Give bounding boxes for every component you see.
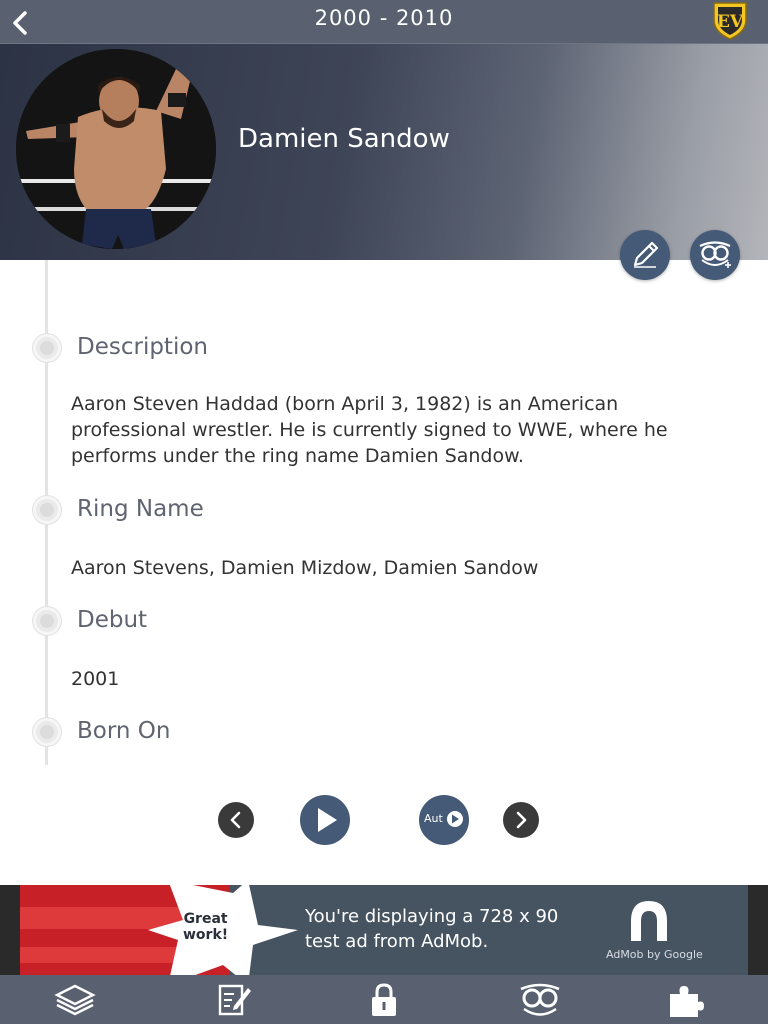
play-icon [318,808,337,832]
app-logo[interactable]: EV [710,0,750,40]
debut-text: 2001 [71,668,120,690]
play-button[interactable] [300,795,350,845]
timeline-dot [33,718,61,746]
tab-lock[interactable] [362,982,406,1018]
svg-text:EV: EV [717,12,744,32]
timeline-dot [33,496,61,524]
top-navigation-bar: 2000 - 2010 EV [0,0,768,44]
edit-button[interactable] [620,230,670,280]
avatar [16,49,216,249]
section-title-born-on: Born On [77,718,171,744]
ring-icon [54,984,96,1016]
ad-badge-text: Great work! [183,911,229,943]
pencil-icon [633,241,659,268]
ad-container: Great work! You're displaying a 728 x 90 … [0,885,768,975]
owl-icon [520,983,560,1016]
timeline-dot [33,334,61,362]
page: 2000 - 2010 EV Damien Sandow Description… [0,0,768,1024]
autoplay-button[interactable]: Aut [419,795,469,845]
ad-brand: AdMob by Google [606,948,703,961]
page-title: 2000 - 2010 [314,6,454,30]
owl-add-icon [699,241,731,268]
notes-icon [218,984,251,1016]
previous-button[interactable] [218,802,254,838]
section-title-ring-name: Ring Name [77,496,204,522]
puzzle-icon [670,986,704,1017]
lock-icon [372,983,396,1016]
description-text: Aaron Steven Haddad (born April 3, 1982)… [71,393,668,467]
tab-owl[interactable] [518,982,562,1018]
chevron-left-icon [230,811,241,829]
next-button[interactable] [503,802,539,838]
shield-logo-icon: EV [713,2,747,40]
ring-name-text: Aaron Stevens, Damien Mizdow, Damien San… [71,557,539,579]
autoplay-icon [447,811,463,827]
chevron-right-icon [516,811,527,829]
admob-logo-icon [631,901,667,941]
profile-name: Damien Sandow [238,124,450,154]
test-ad-banner[interactable]: Great work! You're displaying a 728 x 90 … [20,885,748,975]
timeline-dot [33,607,61,635]
section-title-description: Description [77,334,208,360]
wrestler-photo [16,49,216,249]
section-title-debut: Debut [77,607,148,633]
tab-puzzle[interactable] [664,982,708,1018]
bottom-tab-bar [0,975,768,1024]
tab-ring[interactable] [53,982,97,1018]
add-to-favorites-button[interactable] [690,230,740,280]
ad-message: You're displaying a 728 x 90 test ad fro… [305,906,559,952]
tab-notes[interactable] [212,982,256,1018]
